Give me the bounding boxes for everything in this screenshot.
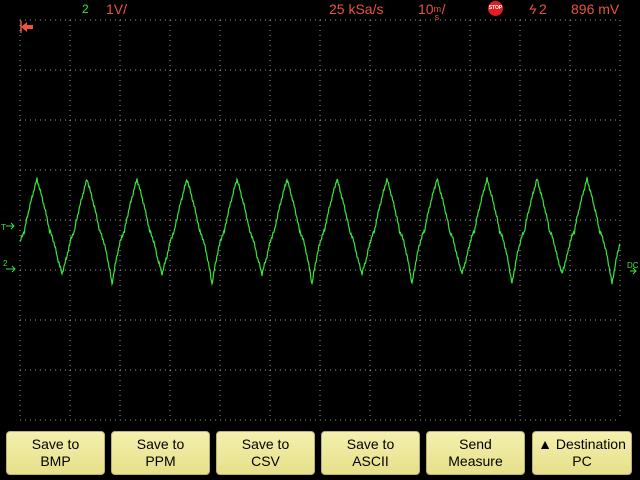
graticule-grid xyxy=(19,19,621,421)
waveform-display: T 2 DC xyxy=(1,19,639,421)
time-per-div[interactable]: 10 m s / xyxy=(418,0,446,22)
softkey-label-line2: Measure xyxy=(448,453,503,469)
softkey-label-line2: CSV xyxy=(251,453,280,469)
run-stop-icon[interactable]: STOP xyxy=(488,1,503,16)
volts-per-div[interactable]: 1V/ xyxy=(106,0,127,18)
softkey-label-line1: Save to xyxy=(241,436,290,452)
destination-button[interactable]: ▲ Destination PC xyxy=(532,431,632,475)
channel-number[interactable]: 2 xyxy=(82,0,89,18)
time-per-div-value: 10 xyxy=(418,1,434,17)
time-per-div-suffix: / xyxy=(441,1,446,17)
screen-markers: T 2 DC xyxy=(1,21,639,275)
softkey-label-line1: ▲ Destination xyxy=(538,436,626,452)
softkey-label-line2: BMP xyxy=(40,453,71,469)
save-to-bmp-button[interactable]: Save to BMP xyxy=(6,431,105,475)
save-to-ascii-button[interactable]: Save to ASCII xyxy=(321,431,420,475)
softkey-label-line2: ASCII xyxy=(352,453,389,469)
softkey-menu: Save to BMP Save to PPM Save to CSV Save… xyxy=(6,431,640,477)
trigger-position-arrow-icon xyxy=(21,22,33,32)
trigger-level-arrow xyxy=(6,222,15,230)
status-bar: 2 1V/ 25 kSa/s 10 m s / STOP ϟ 2 896 mV xyxy=(0,0,640,22)
softkey-label-line1: Save to xyxy=(31,436,80,452)
time-unit-bottom: s xyxy=(434,12,440,22)
softkey-label-line1: Send xyxy=(459,436,492,452)
sample-rate: 25 kSa/s xyxy=(329,1,384,17)
save-to-ppm-button[interactable]: Save to PPM xyxy=(111,431,210,475)
coupling-label: DC xyxy=(627,261,639,270)
time-unit: ms xyxy=(434,0,442,22)
softkey-label-line2: PPM xyxy=(145,453,176,469)
trigger-source[interactable]: 2 xyxy=(539,0,547,18)
trigger-level-marker: T xyxy=(1,223,6,232)
softkey-label-line1: Save to xyxy=(346,436,395,452)
channel-ground-marker: 2 xyxy=(3,259,8,268)
softkey-label-line2: PC xyxy=(572,453,592,469)
send-measure-button[interactable]: Send Measure xyxy=(426,431,525,475)
softkey-label-line1: Save to xyxy=(136,436,185,452)
trigger-level[interactable]: 896 mV xyxy=(571,0,619,18)
save-to-csv-button[interactable]: Save to CSV xyxy=(216,431,315,475)
trigger-edge-icon: ϟ xyxy=(529,1,537,17)
